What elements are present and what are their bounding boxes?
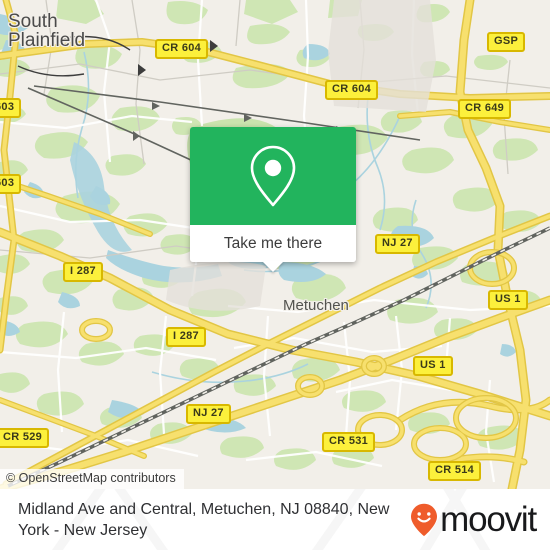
footer-bar: Midland Ave and Central, Metuchen, NJ 08… [0, 489, 550, 550]
highway-shield-cr514[interactable]: CR 514 [428, 461, 482, 481]
osm-attribution[interactable]: © OpenStreetMap contributors [0, 469, 184, 489]
highway-shield-603-lower[interactable]: 603 [0, 174, 22, 194]
take-me-there-label: Take me there [223, 234, 323, 252]
footer-content: Midland Ave and Central, Metuchen, NJ 08… [0, 489, 550, 550]
highway-shield-i287-upper[interactable]: I 287 [63, 262, 103, 282]
highway-shield-us1-south[interactable]: US 1 [413, 356, 453, 376]
moovit-wordmark: moovit [440, 500, 537, 539]
location-pin-icon [250, 145, 296, 207]
moovit-pin-icon [411, 503, 438, 536]
take-me-there-popup[interactable]: Take me there [190, 127, 356, 272]
highway-shield-nj27-lower[interactable]: NJ 27 [186, 404, 231, 424]
highway-shield-us1-east[interactable]: US 1 [488, 290, 528, 310]
highway-shield-cr604-east[interactable]: CR 604 [325, 80, 379, 100]
highway-shield-gsp[interactable]: GSP [487, 32, 526, 52]
highway-shield-603-upper[interactable]: 603 [0, 98, 22, 118]
location-title: Midland Ave and Central, Metuchen, NJ 08… [18, 500, 390, 539]
highway-shield-cr604-west[interactable]: CR 604 [155, 39, 209, 59]
popup-icon-area [190, 127, 356, 225]
popup-tail [262, 261, 284, 272]
highway-shield-i287-lower[interactable]: I 287 [166, 327, 206, 347]
highway-shield-cr531[interactable]: CR 531 [322, 432, 376, 452]
map-canvas[interactable]: South Plainfield Metuchen CR 604 CR 604 … [0, 0, 550, 489]
popup-action-area[interactable]: Take me there [190, 225, 356, 272]
highway-shield-cr529[interactable]: CR 529 [0, 428, 50, 448]
moovit-logo[interactable]: moovit [410, 500, 537, 539]
highway-shield-nj27-upper[interactable]: NJ 27 [375, 234, 420, 254]
moovit-map-page: South Plainfield Metuchen CR 604 CR 604 … [0, 0, 550, 550]
highway-shield-cr649[interactable]: CR 649 [458, 99, 512, 119]
